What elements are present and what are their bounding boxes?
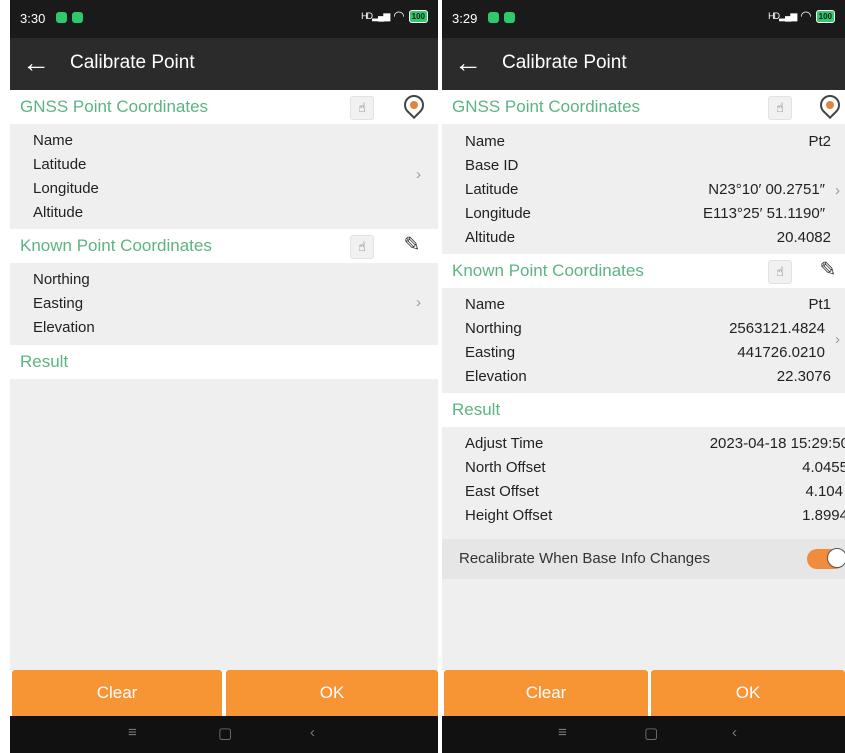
pin-dot (824, 99, 836, 111)
gnss-row-altitude[interactable]: Altitude 20.4082 (465, 229, 831, 249)
known-row-northing[interactable]: Northing 2563121.4824 (465, 320, 831, 340)
status-icons: HD▂▄▆ ◠ 100 (361, 8, 428, 24)
pick-point-icon[interactable]: ☝ (768, 260, 792, 284)
recalibrate-toggle[interactable] (807, 548, 845, 569)
gnss-section-header: GNSS Point Coordinates ☝ (10, 90, 438, 124)
wifi-icon: ◠ (800, 8, 812, 23)
location-pin-icon[interactable] (399, 90, 429, 120)
status-icons: HD▂▄▆ ◠ 100 (768, 8, 835, 24)
edit-icon[interactable]: ✎ (816, 258, 840, 282)
gnss-row-longitude[interactable]: Longitude E113°25′ 51.1190″ (465, 205, 831, 225)
gnss-row-altitude[interactable]: Altitude (33, 204, 424, 224)
chevron-right-icon[interactable]: › (416, 294, 421, 311)
result-row-north-offset: North Offset 4.0455 (465, 459, 845, 476)
signal-icon: HD▂▄▆ (361, 10, 390, 21)
gnss-row-name[interactable]: Name Pt2 (465, 133, 831, 153)
gnss-section-header: GNSS Point Coordinates ☝ (442, 90, 845, 124)
known-section-header: Known Point Coordinates ☝ ✎ (442, 254, 845, 288)
pin-dot (408, 99, 420, 111)
section-title: GNSS Point Coordinates (452, 97, 641, 116)
pick-point-icon[interactable]: ☝ (350, 235, 374, 259)
section-title: Known Point Coordinates (20, 236, 212, 255)
status-bar: 3:29 HD▂▄▆ ◠ 100 (442, 0, 845, 38)
back-icon[interactable]: ‹ (732, 724, 737, 741)
app-bar: ← Calibrate Point (442, 38, 845, 90)
known-row-elevation[interactable]: Elevation (33, 319, 424, 339)
chevron-right-icon[interactable]: › (835, 182, 840, 199)
back-arrow-icon[interactable]: ← (22, 46, 50, 80)
back-icon[interactable]: ‹ (310, 724, 315, 741)
section-title: Known Point Coordinates (452, 261, 644, 280)
section-title: Result (452, 400, 501, 419)
ok-button[interactable]: OK (226, 670, 438, 716)
known-row-elevation[interactable]: Elevation 22.3076 (465, 368, 831, 388)
menu-icon[interactable]: ≡ (558, 724, 567, 741)
app-bar: ← Calibrate Point (10, 38, 438, 90)
status-time: 3:30 (20, 11, 46, 26)
location-pin-icon[interactable] (815, 90, 845, 120)
clear-button[interactable]: Clear (444, 670, 648, 716)
known-row-name[interactable]: Name Pt1 (465, 296, 831, 316)
battery-icon: 100 (408, 9, 428, 23)
home-icon[interactable]: ▢ (644, 724, 658, 742)
toggle-label: Recalibrate When Base Info Changes (459, 550, 710, 567)
notification-icon (56, 12, 67, 23)
page-title: Calibrate Point (70, 52, 195, 73)
pick-point-icon[interactable]: ☝ (768, 96, 792, 120)
known-row-northing[interactable]: Northing (33, 271, 424, 291)
menu-icon[interactable]: ≡ (128, 724, 137, 741)
section-title: Result (20, 352, 69, 371)
gnss-row-latitude[interactable]: Latitude (33, 156, 424, 176)
bottom-button-bar: Clear OK (10, 670, 438, 716)
back-arrow-icon[interactable]: ← (454, 46, 482, 80)
chevron-right-icon[interactable]: › (416, 166, 421, 183)
home-icon[interactable]: ▢ (218, 724, 232, 742)
known-row-easting[interactable]: Easting (33, 295, 424, 315)
result-row-height-offset: Height Offset 1.8994 (465, 507, 845, 524)
status-time: 3:29 (452, 11, 478, 26)
result-row-east-offset: East Offset 4.104 (465, 483, 843, 500)
result-section-header: Result (442, 393, 845, 427)
bottom-button-bar: Clear OK (442, 670, 845, 716)
pick-point-icon[interactable]: ☝ (350, 96, 374, 120)
notification-icon (488, 12, 499, 23)
gnss-row-base-id[interactable]: Base ID (465, 157, 831, 177)
result-section-header: Result (10, 345, 438, 379)
gnss-row-name[interactable]: Name (33, 132, 424, 152)
wifi-icon: ◠ (393, 8, 405, 23)
known-section-header: Known Point Coordinates ☝ ✎ (10, 229, 438, 263)
result-row-adjust-time: Adjust Time 2023-04-18 15:29:50 (465, 435, 845, 452)
status-bar: 3:30 HD▂▄▆ ◠ 100 (10, 0, 438, 38)
battery-icon: 100 (815, 9, 835, 23)
system-nav-bar: ≡ ▢ ‹ (442, 716, 845, 753)
chevron-right-icon[interactable]: › (835, 331, 840, 348)
left-screen: 3:30 HD▂▄▆ ◠ 100 ← Calibrate Point GNSS … (10, 0, 438, 753)
right-screen: 3:29 HD▂▄▆ ◠ 100 ← Calibrate Point GNSS … (442, 0, 845, 753)
clear-button[interactable]: Clear (12, 670, 222, 716)
signal-icon: HD▂▄▆ (768, 10, 797, 21)
toggle-knob (827, 548, 845, 568)
system-nav-bar: ≡ ▢ ‹ (10, 716, 438, 753)
notification-icon (72, 12, 83, 23)
known-row-easting[interactable]: Easting 441726.0210 (465, 344, 831, 364)
recalibrate-toggle-row[interactable]: Recalibrate When Base Info Changes (442, 539, 845, 579)
edit-icon[interactable]: ✎ (400, 233, 424, 257)
notification-icon (504, 12, 515, 23)
gnss-row-longitude[interactable]: Longitude (33, 180, 424, 200)
section-title: GNSS Point Coordinates (20, 97, 209, 116)
ok-button[interactable]: OK (651, 670, 845, 716)
gnss-row-latitude[interactable]: Latitude N23°10′ 00.2751″ (465, 181, 831, 201)
page-title: Calibrate Point (502, 52, 627, 73)
